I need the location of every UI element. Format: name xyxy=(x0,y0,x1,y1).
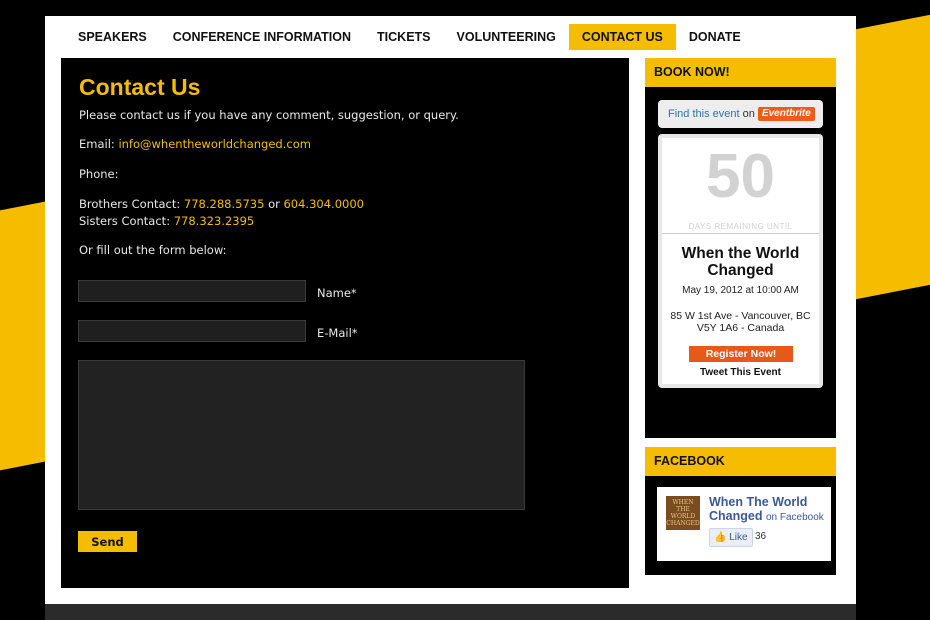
intro-text: Please contact us if you have any commen… xyxy=(79,108,459,122)
find-event-text: Find this event xyxy=(668,108,740,120)
email-input[interactable] xyxy=(78,320,306,342)
form-intro-text: Or fill out the form below: xyxy=(79,243,227,257)
event-address: 85 W 1st Ave - Vancouver, BC V5Y 1A6 - C… xyxy=(662,310,819,334)
nav-item-tickets[interactable]: TICKETS xyxy=(364,24,443,50)
facebook-page-name[interactable]: When The World Changed on Facebook xyxy=(709,495,831,525)
facebook-heading: FACEBOOK xyxy=(645,447,836,476)
event-name[interactable]: When the World Changed xyxy=(666,245,815,279)
book-now-heading: BOOK NOW! xyxy=(645,58,836,87)
nav-item-speakers[interactable]: SPEAKERS xyxy=(65,24,160,50)
email-field-label: E-Mail* xyxy=(317,326,358,340)
send-button[interactable]: Send xyxy=(78,531,137,552)
sisters-contact-label: Sisters Contact: xyxy=(79,214,171,228)
days-remaining-count: 50 xyxy=(706,142,775,211)
footer-bar xyxy=(45,604,856,620)
facebook-like-box: WHEN THE WORLD CHANGED When The World Ch… xyxy=(657,487,831,561)
brothers-contact-label: Brothers Contact: xyxy=(79,197,181,211)
main-nav: SPEAKERS CONFERENCE INFORMATION TICKETS … xyxy=(65,24,754,50)
facebook-page-thumbnail[interactable]: WHEN THE WORLD CHANGED xyxy=(666,496,700,530)
name-label: Name* xyxy=(317,286,357,300)
nav-item-conference-information[interactable]: CONFERENCE INFORMATION xyxy=(160,24,364,50)
nav-item-donate[interactable]: DONATE xyxy=(676,24,754,50)
contact-panel: Contact Us Please contact us if you have… xyxy=(61,58,629,588)
email-link[interactable]: info@whentheworldchanged.com xyxy=(118,137,311,151)
event-address-line1: 85 W 1st Ave - Vancouver, BC xyxy=(670,310,811,322)
event-address-line2: V5Y 1A6 - Canada xyxy=(696,322,785,334)
eventbrite-logo: Eventbrite xyxy=(757,107,815,122)
brothers-contact-row: Brothers Contact: 778.288.5735 or 604.30… xyxy=(79,197,364,211)
nav-item-contact-us[interactable]: CONTACT US xyxy=(568,24,676,50)
page-title: Contact Us xyxy=(79,74,201,100)
on-facebook-text: on Facebook xyxy=(765,512,824,523)
thumbs-up-icon: 👍 xyxy=(714,532,727,543)
like-count: 36 xyxy=(755,531,767,542)
event-card: 50 DAYS REMAINING UNTIL When the World C… xyxy=(658,134,823,388)
phone-label: Phone: xyxy=(79,167,119,181)
register-now-button[interactable]: Register Now! xyxy=(689,346,793,362)
nav-item-volunteering[interactable]: VOLUNTEERING xyxy=(444,24,569,50)
facebook-widget: FACEBOOK WHEN THE WORLD CHANGED When The… xyxy=(645,447,836,575)
sisters-phone-link[interactable]: 778.323.2395 xyxy=(174,214,254,228)
event-card-inner: 50 DAYS REMAINING UNTIL When the World C… xyxy=(662,138,819,384)
sisters-contact-row: Sisters Contact: 778.323.2395 xyxy=(79,214,254,228)
brothers-phone-link-1[interactable]: 778.288.5735 xyxy=(184,197,264,211)
find-on-text: on xyxy=(742,108,755,120)
email-label: Email: xyxy=(79,137,115,151)
or-text: or xyxy=(268,197,280,211)
event-date: May 19, 2012 at 10:00 AM xyxy=(682,285,799,296)
eventbrite-find-bar[interactable]: Find this event on Eventbrite xyxy=(658,100,823,128)
message-textarea[interactable] xyxy=(78,360,525,510)
facebook-like-button[interactable]: 👍 Like xyxy=(709,528,753,547)
tweet-event-link[interactable]: Tweet This Event xyxy=(662,367,819,378)
name-input[interactable] xyxy=(78,280,306,302)
book-now-widget: BOOK NOW! Find this event on Eventbrite … xyxy=(645,58,836,438)
decorative-stripe-right xyxy=(852,8,930,301)
brothers-phone-link-2[interactable]: 604.304.0000 xyxy=(283,197,363,211)
days-remaining-label: DAYS REMAINING UNTIL xyxy=(688,222,793,231)
email-row: Email: info@whentheworldchanged.com xyxy=(79,137,311,151)
card-divider xyxy=(662,233,819,234)
like-label: Like xyxy=(729,532,748,543)
page-container: SPEAKERS CONFERENCE INFORMATION TICKETS … xyxy=(45,16,856,620)
